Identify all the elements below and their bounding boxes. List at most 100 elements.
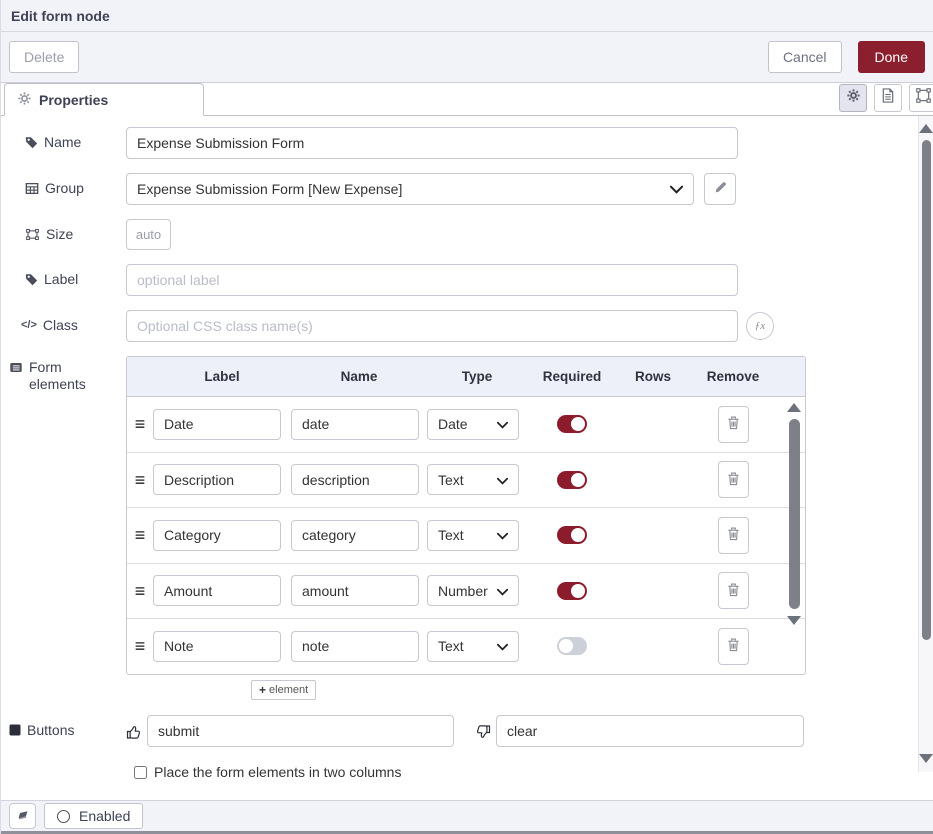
scroll-up-icon[interactable] — [787, 403, 801, 412]
description-tab-button[interactable] — [874, 84, 902, 112]
tab-bar: Properties — [1, 83, 933, 116]
two-columns-label: Place the form elements in two columns — [154, 764, 401, 780]
tab-properties[interactable]: Properties — [4, 83, 204, 116]
tag-icon — [25, 273, 38, 286]
resize-icon — [25, 228, 40, 241]
scroll-down-icon[interactable] — [919, 754, 933, 763]
remove-element-button[interactable] — [718, 572, 749, 609]
scrollbar-thumb[interactable] — [922, 140, 931, 640]
gear-icon — [847, 89, 860, 107]
trash-icon — [727, 526, 740, 544]
edit-group-button[interactable] — [704, 173, 736, 205]
remove-element-button[interactable] — [718, 517, 749, 554]
element-type-select[interactable]: Text — [427, 520, 519, 551]
buttons-label: Buttons — [9, 715, 126, 739]
label-row: Label — [9, 264, 933, 296]
element-type-select[interactable]: Date — [427, 409, 519, 440]
column-header-required: Required — [527, 369, 617, 384]
table-row: ≡ Text — [127, 453, 805, 509]
required-toggle[interactable] — [557, 582, 587, 600]
appearance-icon — [916, 88, 931, 108]
class-label: </> Class — [9, 310, 126, 334]
element-type-value: Text — [438, 527, 497, 543]
add-element-label: element — [269, 684, 308, 696]
remove-element-button[interactable] — [718, 406, 749, 443]
element-label-input[interactable] — [153, 409, 281, 440]
remove-element-button[interactable] — [718, 628, 749, 665]
add-element-button[interactable]: + element — [251, 680, 316, 700]
chevron-down-icon — [670, 181, 683, 197]
element-type-value: Date — [438, 416, 497, 432]
element-name-input[interactable] — [291, 464, 419, 495]
enabled-toggle-button[interactable]: Enabled — [44, 803, 143, 829]
element-name-input[interactable] — [291, 631, 419, 662]
trash-icon — [727, 582, 740, 600]
dialog-title: Edit form node — [11, 8, 110, 24]
element-type-value: Number — [438, 583, 497, 599]
submit-button-input[interactable] — [147, 715, 454, 747]
properties-tab-button[interactable] — [839, 84, 867, 112]
clear-button-input[interactable] — [496, 715, 804, 747]
form-elements-table: Label Name Type Required Rows Remove ≡ — [126, 356, 806, 675]
element-label-input[interactable] — [153, 575, 281, 606]
table-row: ≡ Text — [127, 508, 805, 564]
size-auto-button[interactable]: auto — [126, 219, 171, 250]
remove-element-button[interactable] — [718, 461, 749, 498]
required-toggle[interactable] — [557, 415, 587, 433]
delete-button[interactable]: Delete — [9, 41, 79, 73]
table-header-row: Label Name Type Required Rows Remove — [127, 357, 805, 397]
two-columns-row: Place the form elements in two columns — [134, 764, 933, 780]
table-scrollbar[interactable] — [787, 403, 801, 665]
dialog-footer: Enabled — [1, 800, 933, 834]
form-elements-row: Form elements Label Name Type Required R… — [9, 356, 933, 700]
label-input[interactable] — [126, 264, 738, 296]
element-label-input[interactable] — [153, 464, 281, 495]
element-type-select[interactable]: Text — [427, 464, 519, 495]
docs-button[interactable] — [9, 803, 36, 829]
required-toggle[interactable] — [557, 471, 587, 489]
group-select-value: Expense Submission Form [New Expense] — [137, 181, 670, 197]
two-columns-checkbox[interactable] — [134, 766, 147, 779]
drag-handle-icon[interactable]: ≡ — [127, 471, 153, 489]
drag-handle-icon[interactable]: ≡ — [127, 582, 153, 600]
required-toggle[interactable] — [557, 526, 587, 544]
scroll-up-icon[interactable] — [919, 124, 933, 133]
scrollbar-thumb[interactable] — [789, 419, 800, 609]
required-toggle[interactable] — [557, 637, 587, 655]
element-type-select[interactable]: Number — [427, 575, 519, 606]
appearance-tab-button[interactable] — [909, 84, 933, 112]
square-icon — [9, 724, 21, 736]
buttons-fields — [126, 715, 804, 747]
group-select[interactable]: Expense Submission Form [New Expense] — [126, 173, 694, 205]
drag-handle-icon[interactable]: ≡ — [127, 415, 153, 433]
toggle-knob — [571, 417, 585, 431]
element-type-select[interactable]: Text — [427, 631, 519, 662]
expression-button[interactable]: ƒx — [746, 312, 774, 340]
name-row: Name — [9, 127, 933, 159]
table-row: ≡ Date — [127, 397, 805, 453]
element-type-value: Text — [438, 472, 497, 488]
chevron-down-icon — [497, 527, 508, 543]
done-button[interactable]: Done — [858, 41, 925, 73]
chevron-down-icon — [497, 416, 508, 432]
class-input[interactable] — [126, 310, 738, 342]
element-name-input[interactable] — [291, 575, 419, 606]
name-input[interactable] — [126, 127, 738, 159]
form-elements-label: Form elements — [9, 356, 126, 393]
toggle-knob — [571, 473, 585, 487]
drag-handle-icon[interactable]: ≡ — [127, 526, 153, 544]
code-icon: </> — [21, 319, 37, 332]
element-name-input[interactable] — [291, 520, 419, 551]
tab-properties-label: Properties — [39, 92, 108, 108]
toggle-knob — [559, 639, 573, 653]
scroll-down-icon[interactable] — [787, 616, 801, 625]
element-label-input[interactable] — [153, 520, 281, 551]
panel-scrollbar[interactable] — [918, 116, 933, 772]
tab-icon-group — [839, 84, 933, 112]
class-label-text: Class — [43, 317, 78, 334]
element-name-input[interactable] — [291, 409, 419, 440]
trash-icon — [727, 637, 740, 655]
element-label-input[interactable] — [153, 631, 281, 662]
cancel-button[interactable]: Cancel — [768, 41, 842, 73]
drag-handle-icon[interactable]: ≡ — [127, 637, 153, 655]
